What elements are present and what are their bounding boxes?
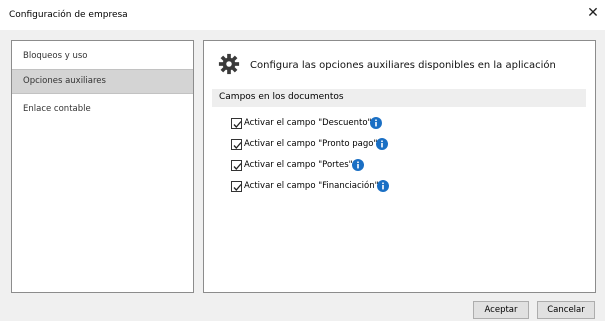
option-label: Activar el campo "Portes" — [244, 160, 353, 170]
section-title: Campos en los documentos — [219, 92, 344, 102]
page-heading: Configura las opciones auxiliares dispon… — [250, 60, 556, 71]
checkmark-icon — [233, 121, 242, 128]
sidebar-item-label: Enlace contable — [23, 104, 91, 114]
checkmark-icon — [233, 163, 242, 170]
sidebar-item-enlace-contable[interactable]: Enlace contable — [12, 97, 193, 122]
info-icon[interactable] — [376, 138, 388, 150]
sidebar: Bloqueos y uso Opciones auxiliares Enlac… — [11, 40, 194, 293]
option-label: Activar el campo "Financiación" — [244, 181, 379, 191]
info-icon[interactable] — [370, 117, 382, 129]
close-icon[interactable]: ✕ — [585, 5, 601, 21]
checkmark-icon — [233, 184, 242, 191]
descuento-checkbox[interactable] — [231, 118, 242, 129]
cancel-button[interactable]: Cancelar — [537, 301, 595, 319]
title-bar: Configuración de empresa ✕ — [0, 0, 605, 30]
option-label: Activar el campo "Pronto pago" — [244, 139, 378, 149]
pronto-pago-checkbox[interactable] — [231, 139, 242, 150]
section-header: Campos en los documentos — [212, 89, 586, 107]
portes-checkbox[interactable] — [231, 160, 242, 171]
info-icon[interactable] — [377, 180, 389, 192]
financiacion-checkbox[interactable] — [231, 181, 242, 192]
sidebar-item-bloqueos-y-uso[interactable]: Bloqueos y uso — [12, 44, 193, 69]
window-title: Configuración de empresa — [9, 10, 128, 20]
info-icon[interactable] — [352, 159, 364, 171]
sidebar-item-label: Bloqueos y uso — [23, 51, 88, 61]
sidebar-item-opciones-auxiliares[interactable]: Opciones auxiliares — [12, 69, 193, 94]
option-label: Activar el campo "Descuento" — [244, 118, 372, 128]
gear-icon — [218, 53, 240, 75]
checkmark-icon — [233, 142, 242, 149]
content-panel: Configura las opciones auxiliares dispon… — [203, 40, 596, 293]
accept-button[interactable]: Aceptar — [473, 301, 529, 319]
sidebar-item-label: Opciones auxiliares — [23, 76, 106, 86]
